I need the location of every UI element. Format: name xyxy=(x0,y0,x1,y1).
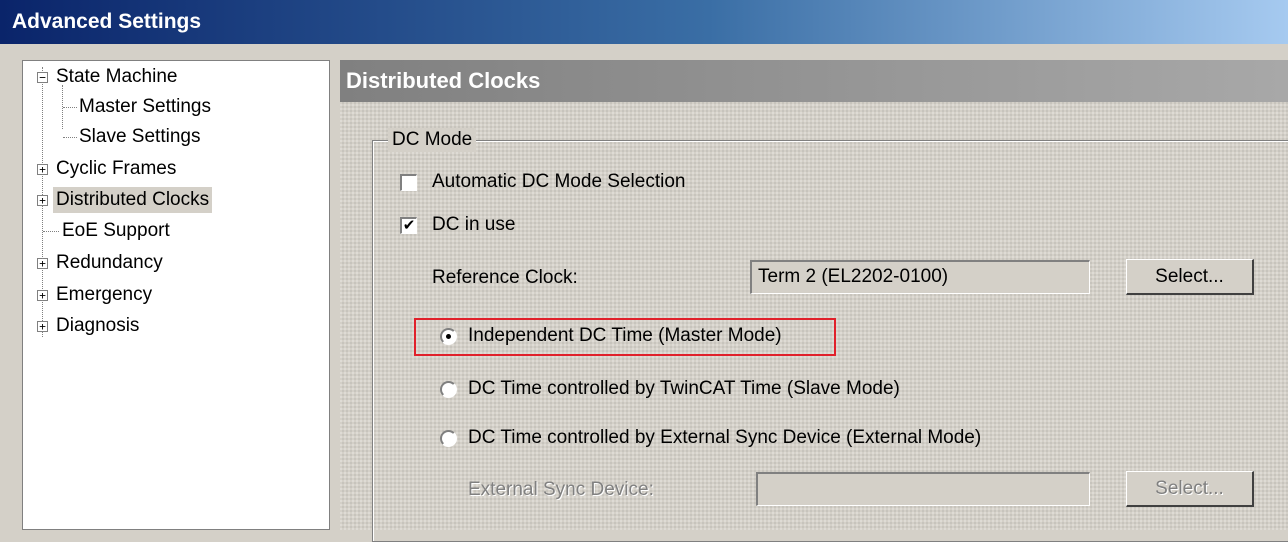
tree-item-state-machine[interactable]: − State Machine xyxy=(23,64,323,90)
tree-item-label: Diagnosis xyxy=(56,315,140,336)
external-sync-device-field xyxy=(756,472,1090,506)
master-mode-radio[interactable] xyxy=(440,328,457,345)
expand-icon[interactable]: + xyxy=(37,321,48,332)
collapse-icon[interactable]: − xyxy=(37,72,48,83)
external-sync-select-button: Select... xyxy=(1126,471,1254,507)
panel-title: Distributed Clocks xyxy=(340,60,1288,102)
window-title: Advanced Settings xyxy=(0,0,1288,44)
master-mode-label[interactable]: Independent DC Time (Master Mode) xyxy=(468,324,782,348)
tree-item-label: Emergency xyxy=(56,284,153,305)
distributed-clocks-panel: Distributed Clocks DC Mode Automatic DC … xyxy=(340,60,1288,542)
automatic-dc-mode-checkbox[interactable] xyxy=(400,174,417,191)
automatic-dc-mode-label[interactable]: Automatic DC Mode Selection xyxy=(432,170,685,194)
slave-mode-label[interactable]: DC Time controlled by TwinCAT Time (Slav… xyxy=(468,377,900,401)
dc-in-use-checkbox[interactable]: ✔ xyxy=(400,217,417,234)
tree-item-label: Redundancy xyxy=(56,252,163,273)
expand-icon[interactable]: + xyxy=(37,195,48,206)
tree-item-label: Distributed Clocks xyxy=(53,187,213,213)
dc-in-use-label[interactable]: DC in use xyxy=(432,213,515,237)
tree-item-cyclic-frames[interactable]: + Cyclic Frames xyxy=(23,156,323,182)
tree-item-eoe-support[interactable]: EoE Support xyxy=(23,218,323,244)
tree-item-slave-settings[interactable]: Slave Settings xyxy=(23,124,323,150)
reference-clock-label: Reference Clock: xyxy=(432,267,578,288)
settings-tree[interactable]: − State Machine Master Settings Slave Se… xyxy=(22,60,330,530)
reference-clock-field[interactable]: Term 2 (EL2202-0100) xyxy=(750,260,1090,294)
dialog-body: − State Machine Master Settings Slave Se… xyxy=(0,44,1288,542)
expand-icon[interactable]: + xyxy=(37,164,48,175)
tree-item-label: Cyclic Frames xyxy=(56,158,177,179)
tree-item-label: Slave Settings xyxy=(79,126,201,147)
external-sync-device-label: External Sync Device: xyxy=(468,479,654,500)
tree-item-redundancy[interactable]: + Redundancy xyxy=(23,250,323,276)
dc-mode-group-label: DC Mode xyxy=(388,128,477,152)
radio-selected-dot xyxy=(446,334,451,339)
tree-item-master-settings[interactable]: Master Settings xyxy=(23,94,323,120)
reference-clock-select-button[interactable]: Select... xyxy=(1126,259,1254,295)
tree-item-diagnosis[interactable]: + Diagnosis xyxy=(23,313,323,339)
external-mode-label[interactable]: DC Time controlled by External Sync Devi… xyxy=(468,426,981,450)
external-mode-radio[interactable] xyxy=(440,430,457,447)
slave-mode-radio[interactable] xyxy=(440,381,457,398)
tree-item-label: State Machine xyxy=(56,66,178,87)
expand-icon[interactable]: + xyxy=(37,258,48,269)
tree-item-distributed-clocks[interactable]: + Distributed Clocks xyxy=(23,187,323,213)
tree-item-emergency[interactable]: + Emergency xyxy=(23,282,323,308)
tree-item-label: Master Settings xyxy=(79,96,211,117)
tree-item-label: EoE Support xyxy=(62,220,170,241)
expand-icon[interactable]: + xyxy=(37,290,48,301)
